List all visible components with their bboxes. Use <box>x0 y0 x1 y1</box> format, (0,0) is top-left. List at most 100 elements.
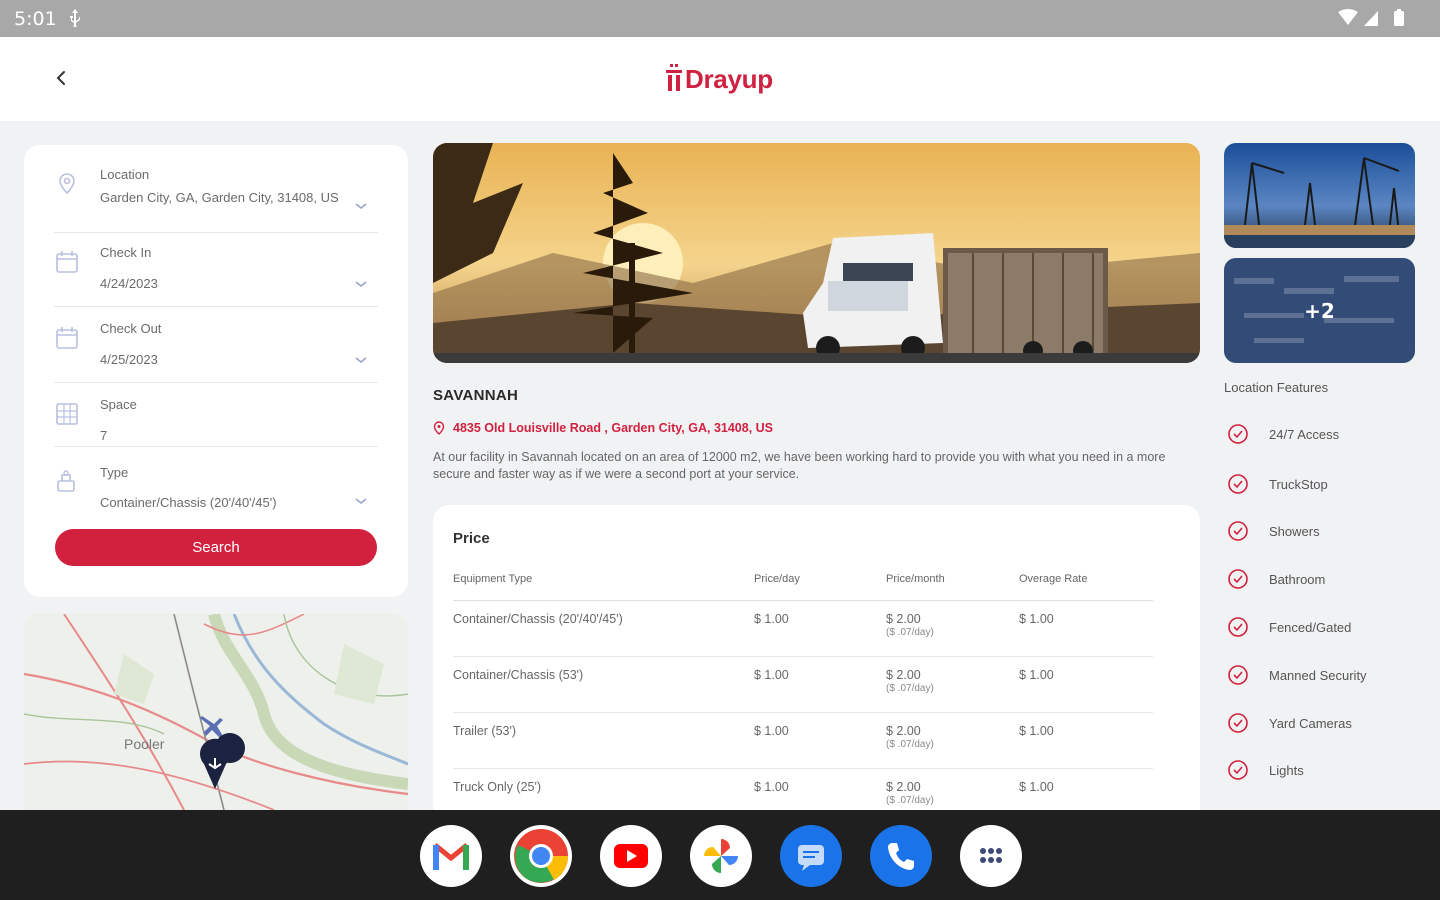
phone-icon[interactable] <box>870 825 932 887</box>
space-field[interactable]: Space 7 <box>54 397 378 447</box>
price-month-cell: $ 2.00 ($ .07/day) <box>886 724 1019 768</box>
feature-label: Fenced/Gated <box>1269 619 1352 635</box>
feature-item: Bathroom <box>1226 567 1325 591</box>
usb-icon <box>70 9 80 27</box>
more-photos-count: +2 <box>1304 298 1335 323</box>
column-header: Price/day <box>754 573 800 585</box>
price-month-per-day: ($ .07/day) <box>886 795 934 806</box>
table-row: Container/Chassis (20'/40'/45') $ 1.00 $… <box>453 601 1153 657</box>
app-dock <box>0 810 1440 900</box>
grid-space-icon <box>56 403 78 425</box>
feature-label: Showers <box>1269 523 1320 539</box>
type-label: Type <box>100 465 129 480</box>
table-row: Trailer (53') $ 1.00 $ 2.00 ($ .07/day) $… <box>453 713 1153 769</box>
chevron-down-icon[interactable] <box>354 496 368 506</box>
price-day-cell: $ 1.00 <box>754 612 789 626</box>
check-circle-icon <box>1228 760 1248 780</box>
check-circle-icon <box>1228 617 1248 637</box>
feature-label: Manned Security <box>1269 667 1367 683</box>
check-circle-icon <box>1228 569 1248 589</box>
feature-label: TruckStop <box>1269 476 1328 492</box>
chrome-icon[interactable] <box>510 825 572 887</box>
price-day-cell: $ 1.00 <box>754 724 789 738</box>
check-circle-icon <box>1228 521 1248 541</box>
location-field[interactable]: Location Garden City, GA, Garden City, 3… <box>54 167 378 233</box>
brand-logo: Drayup <box>664 61 773 97</box>
price-month-per-day: ($ .07/day) <box>886 627 934 638</box>
gallery-thumbnail[interactable] <box>1224 143 1415 248</box>
price-title: Price <box>453 530 490 547</box>
price-month-per-day: ($ .07/day) <box>886 739 934 750</box>
system-indicators-icon <box>1338 9 1404 26</box>
type-value: Container/Chassis (20'/40'/45') <box>100 495 277 510</box>
check-circle-icon <box>1228 713 1248 733</box>
location-pin-icon <box>59 173 75 195</box>
gmail-icon[interactable] <box>420 825 482 887</box>
price-month-value: $ 2.00 <box>886 612 921 626</box>
check-circle-icon <box>1228 424 1248 444</box>
status-bar: 5:01 <box>0 0 1440 37</box>
feature-label: Yard Cameras <box>1269 715 1352 731</box>
logo-text: Drayup <box>685 63 773 94</box>
back-arrow-icon[interactable] <box>48 65 74 91</box>
equipment-type-cell: Container/Chassis (53') <box>453 668 584 682</box>
feature-item: 24/7 Access <box>1226 422 1339 446</box>
listing-description: At our facility in Savannah located on a… <box>433 450 1166 481</box>
map-place-label: Pooler <box>124 736 165 752</box>
table-row: Container/Chassis (53') $ 1.00 $ 2.00 ($ … <box>453 657 1153 713</box>
type-field[interactable]: Type Container/Chassis (20'/40'/45') <box>54 465 378 515</box>
price-month-value: $ 2.00 <box>886 668 921 682</box>
features-title: Location Features <box>1224 380 1329 395</box>
check-circle-icon <box>1228 665 1248 685</box>
listing-address[interactable]: 4835 Old Louisville Road , Garden City, … <box>433 421 773 435</box>
feature-label: Bathroom <box>1269 571 1326 587</box>
feature-item: Showers <box>1226 519 1320 543</box>
port-cranes-photo <box>1224 143 1415 248</box>
column-header: Overage Rate <box>1019 573 1088 585</box>
price-card: Price Equipment Type Price/day Price/mon… <box>433 505 1200 835</box>
price-month-per-day: ($ .07/day) <box>886 683 934 694</box>
column-header: Equipment Type <box>453 573 533 585</box>
equipment-type-cell: Container/Chassis (20'/40'/45') <box>453 612 623 626</box>
price-day-cell: $ 1.00 <box>754 668 789 682</box>
check-in-value: 4/24/2023 <box>100 276 158 291</box>
listing-title: SAVANNAH <box>433 387 519 404</box>
search-filters-card: Location Garden City, GA, Garden City, 3… <box>24 145 408 597</box>
location-label: Location <box>100 167 150 182</box>
price-table: Equipment Type Price/day Price/month Ove… <box>453 573 1153 825</box>
equipment-type-cell: Trailer (53') <box>453 724 517 738</box>
app-drawer-icon[interactable] <box>960 825 1022 887</box>
column-header: Price/month <box>886 573 945 585</box>
calendar-icon <box>56 327 78 349</box>
youtube-icon[interactable] <box>600 825 662 887</box>
photos-icon[interactable] <box>690 825 752 887</box>
gallery-more-thumbnail[interactable]: +2 <box>1224 258 1415 363</box>
search-button[interactable]: Search <box>55 529 377 566</box>
check-out-field[interactable]: Check Out 4/25/2023 <box>54 321 378 383</box>
check-in-field[interactable]: Check In 4/24/2023 <box>54 245 378 307</box>
chevron-down-icon[interactable] <box>354 355 368 365</box>
price-table-header: Equipment Type Price/day Price/month Ove… <box>453 573 1153 601</box>
price-month-value: $ 2.00 <box>886 724 921 738</box>
chevron-down-icon[interactable] <box>354 201 368 211</box>
map-canvas <box>24 614 408 810</box>
listing-hero-image[interactable] <box>433 143 1200 363</box>
messages-icon[interactable] <box>780 825 842 887</box>
location-value: Garden City, GA, Garden City, 31408, US <box>100 190 339 205</box>
chevron-down-icon[interactable] <box>354 279 368 289</box>
feature-label: Lights <box>1269 762 1304 778</box>
price-month-cell: $ 2.00 ($ .07/day) <box>886 612 1019 656</box>
address-text: 4835 Old Louisville Road , Garden City, … <box>453 421 774 435</box>
check-in-label: Check In <box>100 245 152 260</box>
overage-rate-cell: $ 1.00 <box>1019 668 1054 682</box>
location-map[interactable]: Pooler <box>24 614 408 810</box>
price-month-cell: $ 2.00 ($ .07/day) <box>886 668 1019 712</box>
truck-sunset-photo <box>433 143 1200 363</box>
check-out-label: Check Out <box>100 321 162 336</box>
overage-rate-cell: $ 1.00 <box>1019 724 1054 738</box>
check-circle-icon <box>1228 474 1248 494</box>
status-time: 5:01 <box>14 8 57 30</box>
truck-type-icon <box>57 470 75 492</box>
feature-item: Fenced/Gated <box>1226 615 1351 639</box>
feature-item: TruckStop <box>1226 472 1328 496</box>
